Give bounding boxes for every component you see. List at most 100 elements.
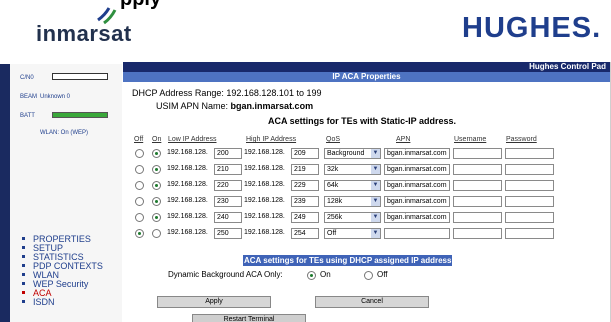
low-ip-input[interactable]: 230: [214, 196, 242, 207]
qos-select[interactable]: Off ▼: [324, 228, 381, 239]
low-ip-input[interactable]: 220: [214, 180, 242, 191]
table-row: 192.168.128. 240 192.168.128. 249 256k ▼ bgan.…: [135, 212, 605, 224]
row-on-radio[interactable]: [152, 229, 161, 238]
table-row: 192.168.128. 210 192.168.128. 219 32k ▼ bgan.i…: [135, 164, 605, 176]
bullet-icon: [22, 264, 25, 267]
chevron-down-icon[interactable]: ▼: [371, 229, 380, 238]
brand-bar: Hughes Control Pad: [123, 62, 610, 72]
password-input[interactable]: [505, 148, 554, 159]
row-off-radio[interactable]: [135, 165, 144, 174]
inmarsat-logo: inmarsat: [36, 21, 132, 46]
col-header-high-ip: High IP Address: [246, 136, 297, 143]
apn-input[interactable]: bgan.inmarsat.com: [384, 196, 450, 207]
static-section-title: ACA settings for TEs with Static-IP addr…: [268, 116, 457, 126]
high-ip-prefix: 192.168.128.: [244, 213, 285, 220]
chevron-down-icon[interactable]: ▼: [371, 165, 380, 174]
high-ip-input[interactable]: 249: [291, 212, 319, 223]
row-on-radio[interactable]: [152, 181, 161, 190]
cn-meter: [52, 73, 108, 80]
low-ip-input[interactable]: 210: [214, 164, 242, 175]
cancel-button[interactable]: Cancel: [315, 296, 429, 308]
row-on-radio[interactable]: [152, 197, 161, 206]
row-off-radio[interactable]: [135, 213, 144, 222]
row-off-radio[interactable]: [135, 229, 144, 238]
col-header-qos: QoS: [326, 136, 341, 143]
col-header-low-ip: Low IP Address: [168, 136, 217, 143]
nav-item-isdn[interactable]: ISDN: [22, 298, 103, 307]
qos-select[interactable]: Background ▼: [324, 148, 381, 159]
col-header-on: On: [152, 136, 162, 143]
low-ip-prefix: 192.168.128.: [167, 165, 208, 172]
username-input[interactable]: [453, 148, 502, 159]
chevron-down-icon[interactable]: ▼: [371, 181, 380, 190]
username-input[interactable]: [453, 196, 502, 207]
dynamic-aca-off-label: Off: [377, 270, 388, 279]
password-input[interactable]: [505, 212, 554, 223]
qos-select-value: 64k: [327, 182, 339, 189]
username-input[interactable]: [453, 180, 502, 191]
page-heading-partial: pply: [120, 0, 161, 11]
qos-select-value: 128k: [327, 198, 343, 205]
bullet-icon: [22, 273, 25, 276]
high-ip-input[interactable]: 254: [291, 228, 319, 239]
qos-select[interactable]: 32k ▼: [324, 164, 381, 175]
apn-input[interactable]: bgan.inmarsat.com: [384, 164, 450, 175]
high-ip-input[interactable]: 209: [291, 148, 319, 159]
hughes-logo: HUGHES.: [462, 12, 602, 44]
col-header-off: Off: [134, 136, 144, 143]
high-ip-prefix: 192.168.128.: [244, 229, 285, 236]
chevron-down-icon[interactable]: ▼: [371, 149, 380, 158]
apn-input[interactable]: bgan.inmarsat.com: [384, 148, 450, 159]
col-header-password: Password: [506, 136, 537, 143]
chevron-down-icon[interactable]: ▼: [371, 197, 380, 206]
low-ip-input[interactable]: 200: [214, 148, 242, 159]
dynamic-aca-on-label: On: [320, 270, 331, 279]
apply-button[interactable]: Apply: [157, 296, 271, 308]
low-ip-input[interactable]: 250: [214, 228, 242, 239]
dynamic-aca-off-radio[interactable]: [364, 271, 373, 280]
high-ip-input[interactable]: 229: [291, 180, 319, 191]
apn-input[interactable]: [384, 228, 450, 239]
qos-select[interactable]: 256k ▼: [324, 212, 381, 223]
row-on-radio[interactable]: [152, 165, 161, 174]
password-input[interactable]: [505, 196, 554, 207]
password-input[interactable]: [505, 228, 554, 239]
row-on-radio[interactable]: [152, 149, 161, 158]
beam-label: BEAM: [20, 94, 38, 100]
left-accent-bar: [0, 64, 10, 322]
table-row: 192.168.128. 200 192.168.128. 209 Background…: [135, 148, 605, 160]
high-ip-input[interactable]: 219: [291, 164, 319, 175]
dynamic-aca-label: Dynamic Background ACA Only:: [168, 270, 283, 279]
row-off-radio[interactable]: [135, 181, 144, 190]
qos-select-value: 256k: [327, 214, 343, 221]
apn-input[interactable]: bgan.inmarsat.com: [384, 180, 450, 191]
bullet-icon: [22, 237, 25, 240]
bullet-icon: [22, 291, 25, 294]
qos-select[interactable]: 128k ▼: [324, 196, 381, 207]
high-ip-input[interactable]: 239: [291, 196, 319, 207]
low-ip-input[interactable]: 240: [214, 212, 242, 223]
chevron-down-icon[interactable]: ▼: [371, 213, 380, 222]
username-input[interactable]: [453, 212, 502, 223]
low-ip-prefix: 192.168.128.: [167, 197, 208, 204]
qos-select[interactable]: 64k ▼: [324, 180, 381, 191]
batt-label: BATT: [20, 113, 35, 119]
apn-input[interactable]: bgan.inmarsat.com: [384, 212, 450, 223]
dynamic-aca-on-radio[interactable]: [307, 271, 316, 280]
bullet-icon: [22, 300, 25, 303]
dhcp-range-text: DHCP Address Range: 192.168.128.101 to 1…: [132, 88, 322, 98]
password-input[interactable]: [505, 180, 554, 191]
username-input[interactable]: [453, 164, 502, 175]
restart-terminal-button[interactable]: Restart Terminal: [192, 314, 306, 322]
low-ip-prefix: 192.168.128.: [167, 213, 208, 220]
dhcp-section-title: ACA settings for TEs using DHCP assigned…: [243, 255, 453, 266]
row-on-radio[interactable]: [152, 213, 161, 222]
row-off-radio[interactable]: [135, 149, 144, 158]
high-ip-prefix: 192.168.128.: [244, 197, 285, 204]
username-input[interactable]: [453, 228, 502, 239]
battery-meter: [52, 112, 108, 118]
row-off-radio[interactable]: [135, 197, 144, 206]
cn-label: C/N0: [20, 75, 34, 81]
bullet-icon: [22, 282, 25, 285]
password-input[interactable]: [505, 164, 554, 175]
